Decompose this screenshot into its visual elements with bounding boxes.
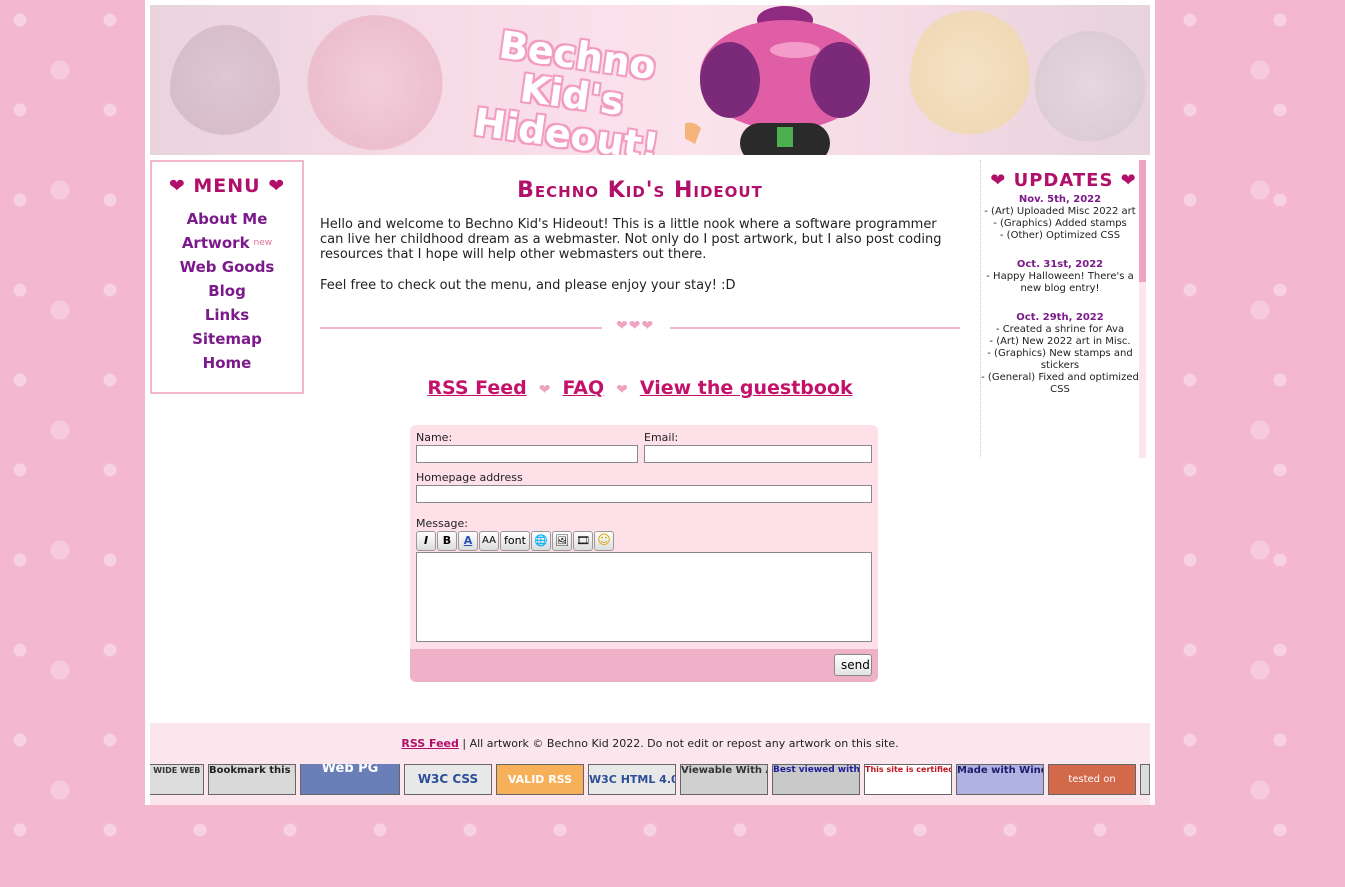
update-line: - Happy Halloween! There's a new blog en… [986,271,1134,294]
menu-list: About Me Artwork new Web Goods Blog Links… [152,207,302,375]
copyright-line: RSS Feed | All artwork © Bechno Kid 2022… [150,737,1150,750]
w3c-html-badge[interactable]: W3C HTML 4.01 [588,764,676,795]
menu-item-about-me[interactable]: About Me [152,207,302,231]
any-browser-badge[interactable]: Viewable With Any Browser [680,764,768,795]
update-line: - (Art) Uploaded Misc 2022 art [984,206,1136,217]
menu-item-label: About Me [186,210,268,228]
email-label: Email: [644,431,679,444]
text-color-button[interactable]: A [458,531,478,551]
www-badge[interactable]: WORLD WIDE WEB connecting people since 1… [150,764,204,795]
footer-rss-link[interactable]: RSS Feed [401,737,459,750]
menu-item-links[interactable]: Links [152,303,302,327]
homepage-input[interactable] [416,485,872,503]
menu-item-artwork[interactable]: Artwork new [152,231,302,255]
update-line: - (Graphics) New stamps and stickers [987,348,1133,371]
banner-character-right [1030,30,1150,155]
update-date: Oct. 29th, 2022 [1016,312,1104,323]
guestbook-link[interactable]: View the guestbook [640,377,853,399]
message-label: Message: [416,517,468,530]
menu-item-label: Sitemap [192,330,262,348]
updates-title: ❤ UPDATES ❤ [990,170,1137,191]
page-container: Bechno Kid's Hideout! ❤ MENU ❤ About Me … [145,0,1155,805]
menu-item-blog[interactable]: Blog [152,279,302,303]
update-entry: Oct. 29th, 2022 - Created a shrine for A… [981,312,1139,396]
text-size-button[interactable]: AA [479,531,499,551]
update-line: - Created a shrine for Ava [995,324,1125,335]
update-date: Nov. 5th, 2022 [1018,194,1102,205]
banner-logo: Bechno Kid's Hideout! [471,22,662,155]
menu-title: ❤ MENU ❤ [168,175,286,197]
menu-item-label: Home [202,354,252,372]
name-label: Name: [416,431,453,444]
heart-separator-icon: ❤ [616,382,628,398]
form-footer-bar: send [410,649,878,682]
link-globe-icon[interactable]: 🌐 [531,531,551,551]
heart-divider: ❤❤❤ [320,318,960,335]
partial-badge[interactable] [1140,764,1150,795]
update-date: Oct. 31st, 2022 [1016,259,1104,270]
heart-separator-icon: ❤ [538,382,551,398]
guestbook-form: Name: Email: Homepage address Message: I… [410,425,878,682]
email-input[interactable] [644,445,872,463]
banner-mascot [685,6,870,155]
site-banner: Bechno Kid's Hideout! [150,5,1150,155]
faq-link[interactable]: FAQ [562,377,604,399]
update-entry: Oct. 31st, 2022 - Happy Halloween! There… [981,259,1139,295]
quick-links: RSS Feed ❤ FAQ ❤ View the guestbook [320,377,960,399]
main-content: Bechno Kid's Hideout Hello and welcome t… [320,160,960,399]
rss-feed-link[interactable]: RSS Feed [427,377,526,399]
tested-on-badge[interactable]: tested on [1048,764,1136,795]
w3c-css-badge[interactable]: W3C CSS [404,764,492,795]
font-button[interactable]: font [500,531,530,551]
web-pg-badge[interactable]: Web PG [300,764,400,795]
insert-image-icon[interactable]: 🖼 [552,531,572,551]
menu-item-label: Web Goods [179,258,275,276]
update-line: - (Graphics) Added stamps [993,218,1127,229]
menu-item-web-goods[interactable]: Web Goods [152,255,302,279]
updates-list: Nov. 5th, 2022 - (Art) Uploaded Misc 202… [981,194,1139,413]
made-with-windows-badge[interactable]: Made with Windows [956,764,1044,795]
name-input[interactable] [416,445,638,463]
banner-character-left [170,25,280,155]
menu-item-label: Blog [208,282,246,300]
update-entry: Nov. 5th, 2022 - (Art) Uploaded Misc 202… [981,194,1139,242]
scrollbar-thumb[interactable] [1139,160,1146,282]
update-line: - (Other) Optimized CSS [999,230,1121,241]
copyright-text: | All artwork © Bechno Kid 2022. Do not … [462,737,899,750]
insert-video-icon[interactable]: 🎞 [573,531,593,551]
send-button[interactable]: send [834,654,872,676]
banner-character-blonde [910,5,1030,155]
site-footer: RSS Feed | All artwork © Bechno Kid 2022… [150,723,1150,805]
intro-text: Hello and welcome to Bechno Kid's Hideou… [320,217,942,262]
divider-line-right [670,327,960,329]
updates-panel: ❤ UPDATES ❤ Nov. 5th, 2022 - (Art) Uploa… [980,160,1146,458]
page-title: Bechno Kid's Hideout [517,178,763,203]
new-badge: new [253,238,273,248]
invite-text: Feel free to check out the menu, and ple… [320,278,736,293]
menu-item-sitemap[interactable]: Sitemap [152,327,302,351]
update-line: - (Art) New 2022 art in Misc. [989,336,1131,347]
valid-rss-badge[interactable]: VALID RSS [496,764,584,795]
update-line: - (General) Fixed and optimized CSS [981,372,1139,395]
best-viewed-badge[interactable]: Best viewed with A COMPUTER [772,764,860,795]
updates-scrollbar[interactable] [1139,160,1146,458]
divider-hearts-icon: ❤❤❤ [616,318,655,334]
banner-character-couple [300,15,450,155]
menu-item-home[interactable]: Home [152,351,302,375]
cookie-free-badge[interactable]: This site is certified 100% cookie free! [864,764,952,795]
bold-button[interactable]: B [437,531,457,551]
menu-item-label: Links [204,306,250,324]
homepage-label: Homepage address [416,471,523,484]
message-textarea[interactable] [416,552,872,642]
badge-buttons-row: WORLD WIDE WEB connecting people since 1… [150,764,1150,796]
menu-item-label: Artwork [181,234,250,252]
bookmark-badge[interactable]: Bookmark this Page! [208,764,296,795]
sidebar-menu: ❤ MENU ❤ About Me Artwork new Web Goods B… [150,160,304,394]
divider-line-left [320,327,602,329]
italic-button[interactable]: I [416,531,436,551]
smiley-icon[interactable]: ☺ [594,531,614,551]
